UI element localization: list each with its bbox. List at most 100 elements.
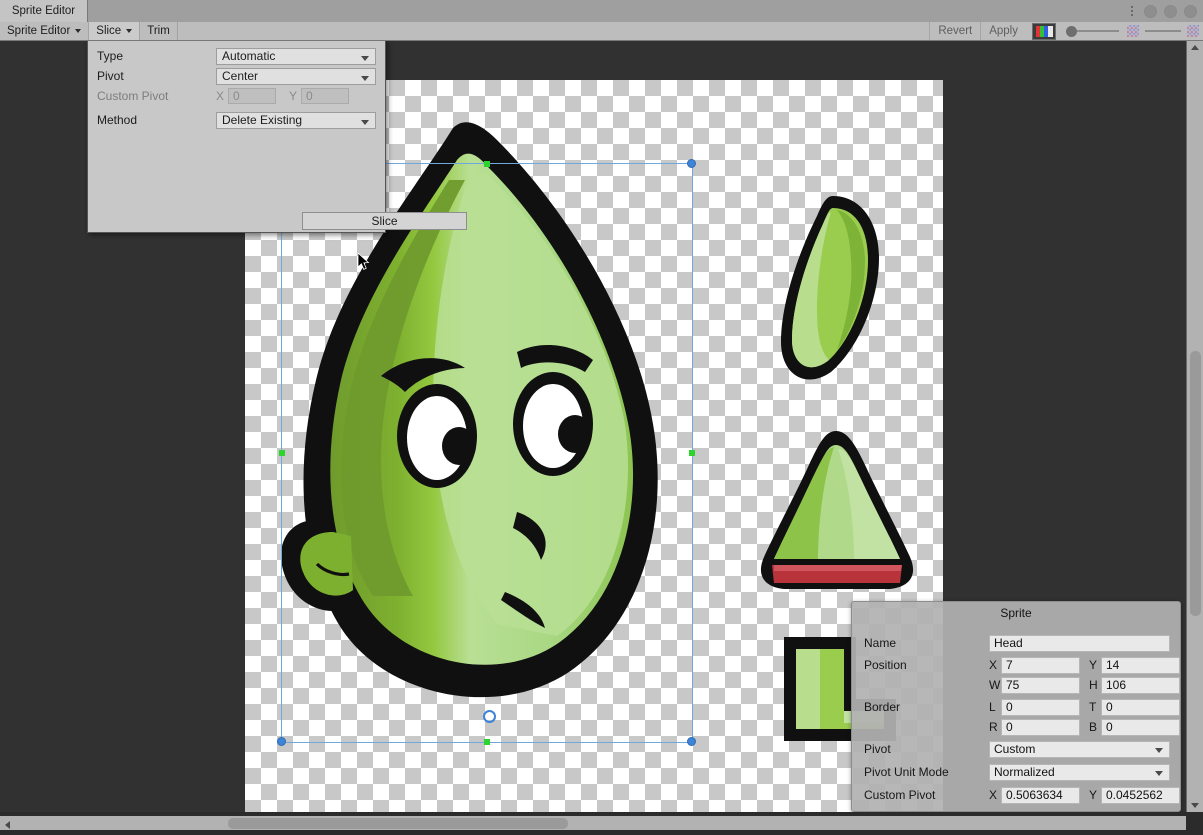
apply-button[interactable]: Apply bbox=[980, 22, 1026, 40]
inspector-position-w-value: 75 bbox=[1006, 678, 1020, 692]
inspector-border-l-input[interactable]: 0 bbox=[1001, 698, 1080, 716]
sprite-inspector-panel: Sprite Name Head Position X 7 Y 14 W 75 … bbox=[851, 601, 1181, 812]
tab-sprite-editor[interactable]: Sprite Editor bbox=[0, 0, 88, 22]
editor-canvas-area: Type Automatic Pivot Center Custom Pivot… bbox=[0, 41, 1203, 812]
rgb-channel-icon[interactable] bbox=[1032, 22, 1056, 40]
window-controls bbox=[1127, 0, 1197, 22]
menu-slice[interactable]: Slice bbox=[89, 22, 141, 40]
inspector-position-h-value: 106 bbox=[1106, 678, 1127, 692]
border-l-axis: L bbox=[989, 700, 996, 714]
slice-type-dropdown[interactable]: Automatic bbox=[216, 47, 376, 65]
apply-button-label: Apply bbox=[989, 25, 1018, 37]
slice-button[interactable]: Slice bbox=[302, 212, 467, 230]
inspector-position-x-value: 7 bbox=[1006, 658, 1013, 672]
inspector-border-label: Border bbox=[864, 700, 901, 714]
sprite-editor-toolbar: Sprite Editor Slice Trim Revert Apply bbox=[0, 22, 1203, 41]
slice-custom-pivot-fields: X 0 Y 0 bbox=[216, 88, 350, 104]
menu-slice-label: Slice bbox=[96, 25, 122, 37]
alpha-slider[interactable] bbox=[1141, 22, 1185, 41]
window-dot-2[interactable] bbox=[1164, 4, 1177, 18]
inspector-row-size: W 75 H 106 bbox=[852, 675, 1182, 695]
scroll-down-icon[interactable] bbox=[1191, 803, 1199, 808]
window-dot-1[interactable] bbox=[1144, 4, 1157, 18]
inspector-position-w-input[interactable]: 75 bbox=[1001, 676, 1080, 694]
menu-sprite-editor[interactable]: Sprite Editor bbox=[0, 22, 90, 40]
inspector-border-t-input[interactable]: 0 bbox=[1101, 698, 1180, 716]
inspector-border-r-input[interactable]: 0 bbox=[1001, 718, 1080, 736]
horizontal-scroll-thumb[interactable] bbox=[228, 818, 568, 829]
inspector-border-b-value: 0 bbox=[1106, 720, 1113, 734]
inspector-position-x-input[interactable]: 7 bbox=[1001, 656, 1080, 674]
inspector-row-name: Name Head bbox=[852, 633, 1182, 653]
inspector-border-t-value: 0 bbox=[1106, 700, 1113, 714]
scroll-up-icon[interactable] bbox=[1191, 45, 1199, 50]
slice-row-method: Method Delete Existing bbox=[88, 110, 387, 130]
slice-type-label: Type bbox=[97, 49, 124, 63]
border-r-axis: R bbox=[989, 720, 998, 734]
zoom-slider-knob[interactable] bbox=[1066, 25, 1077, 37]
inspector-row-custom-pivot: Custom Pivot X 0.5063634 Y 0.0452562 bbox=[852, 785, 1182, 805]
axis-y-label: Y bbox=[289, 89, 298, 103]
inspector-row-pivot: Pivot Custom bbox=[852, 739, 1182, 759]
border-b-axis: B bbox=[1089, 720, 1098, 734]
checker-large-icon[interactable] bbox=[1187, 25, 1199, 37]
slice-custom-pivot-x-input[interactable]: 0 bbox=[228, 88, 277, 104]
tab-label: Sprite Editor bbox=[11, 5, 76, 17]
horizontal-scrollbar[interactable] bbox=[0, 812, 1203, 835]
revert-button[interactable]: Revert bbox=[929, 22, 980, 40]
inspector-border-r-value: 0 bbox=[1006, 720, 1013, 734]
inspector-border-b-input[interactable]: 0 bbox=[1101, 718, 1180, 736]
inspector-pivot-value: Custom bbox=[994, 742, 1036, 756]
vertical-scroll-thumb[interactable] bbox=[1190, 351, 1201, 616]
slice-popup-panel: Type Automatic Pivot Center Custom Pivot… bbox=[87, 41, 467, 233]
inspector-pivot-unit-mode-value: Normalized bbox=[994, 765, 1055, 779]
position-w-axis: W bbox=[989, 678, 1001, 692]
inspector-custom-pivot-x-input[interactable]: 0.5063634 bbox=[1001, 786, 1080, 804]
checker-small-icon[interactable] bbox=[1127, 25, 1139, 37]
kebab-menu-icon[interactable] bbox=[1127, 4, 1137, 18]
inspector-name-label: Name bbox=[864, 636, 897, 650]
inspector-position-y-value: 14 bbox=[1106, 658, 1120, 672]
slice-pivot-label: Pivot bbox=[97, 69, 124, 83]
inspector-pivot-unit-mode-dropdown[interactable]: Normalized bbox=[989, 763, 1170, 781]
scroll-left-icon[interactable] bbox=[5, 821, 10, 829]
slice-custom-pivot-label: Custom Pivot bbox=[97, 89, 169, 103]
mouse-cursor-icon bbox=[358, 253, 370, 270]
inspector-position-y-input[interactable]: 14 bbox=[1101, 656, 1180, 674]
toolbar-right-group: Revert Apply bbox=[929, 22, 1203, 40]
slice-custom-pivot-y-input[interactable]: 0 bbox=[301, 88, 350, 104]
slice-row-custom-pivot: Custom Pivot X 0 Y 0 bbox=[88, 86, 387, 106]
chevron-down-icon bbox=[361, 75, 369, 81]
inspector-row-border-rb: R 0 B 0 bbox=[852, 717, 1182, 737]
vertical-scrollbar[interactable] bbox=[1186, 41, 1203, 812]
button-trim-label: Trim bbox=[147, 25, 170, 37]
inspector-position-h-input[interactable]: 106 bbox=[1101, 676, 1180, 694]
leaf-blade-sprite[interactable] bbox=[775, 190, 890, 390]
position-x-axis: X bbox=[989, 658, 998, 672]
hat-cone-sprite[interactable] bbox=[750, 425, 925, 600]
inspector-custom-pivot-y-input[interactable]: 0.0452562 bbox=[1101, 786, 1180, 804]
position-y-axis: Y bbox=[1089, 658, 1098, 672]
slice-method-value: Delete Existing bbox=[222, 113, 303, 127]
inspector-name-input[interactable]: Head bbox=[989, 634, 1170, 652]
zoom-slider-track[interactable] bbox=[1077, 30, 1119, 32]
inspector-border-l-value: 0 bbox=[1006, 700, 1013, 714]
alpha-slider-track[interactable] bbox=[1145, 30, 1181, 32]
zoom-slider[interactable] bbox=[1060, 22, 1125, 41]
pivot-handle[interactable] bbox=[483, 710, 496, 723]
slice-pivot-value: Center bbox=[222, 69, 259, 83]
inspector-custom-pivot-x-value: 0.5063634 bbox=[1006, 788, 1063, 802]
horizontal-scroll-track[interactable] bbox=[0, 816, 1186, 830]
inspector-custom-pivot-label: Custom Pivot bbox=[864, 788, 936, 802]
inspector-row-pivot-unit-mode: Pivot Unit Mode Normalized bbox=[852, 762, 1182, 782]
slice-method-dropdown[interactable]: Delete Existing bbox=[216, 111, 376, 129]
inspector-pivot-dropdown[interactable]: Custom bbox=[989, 740, 1170, 758]
inspector-title: Sprite bbox=[852, 602, 1180, 624]
revert-button-label: Revert bbox=[938, 25, 973, 37]
chevron-down-icon bbox=[75, 29, 82, 33]
window-dot-3[interactable] bbox=[1184, 4, 1197, 18]
sprite-editor-window: Sprite Editor Sprite Editor Slice Trim R… bbox=[0, 0, 1203, 835]
slice-pivot-dropdown[interactable]: Center bbox=[216, 67, 376, 85]
slice-method-label: Method bbox=[97, 113, 138, 127]
button-trim[interactable]: Trim bbox=[140, 22, 178, 40]
